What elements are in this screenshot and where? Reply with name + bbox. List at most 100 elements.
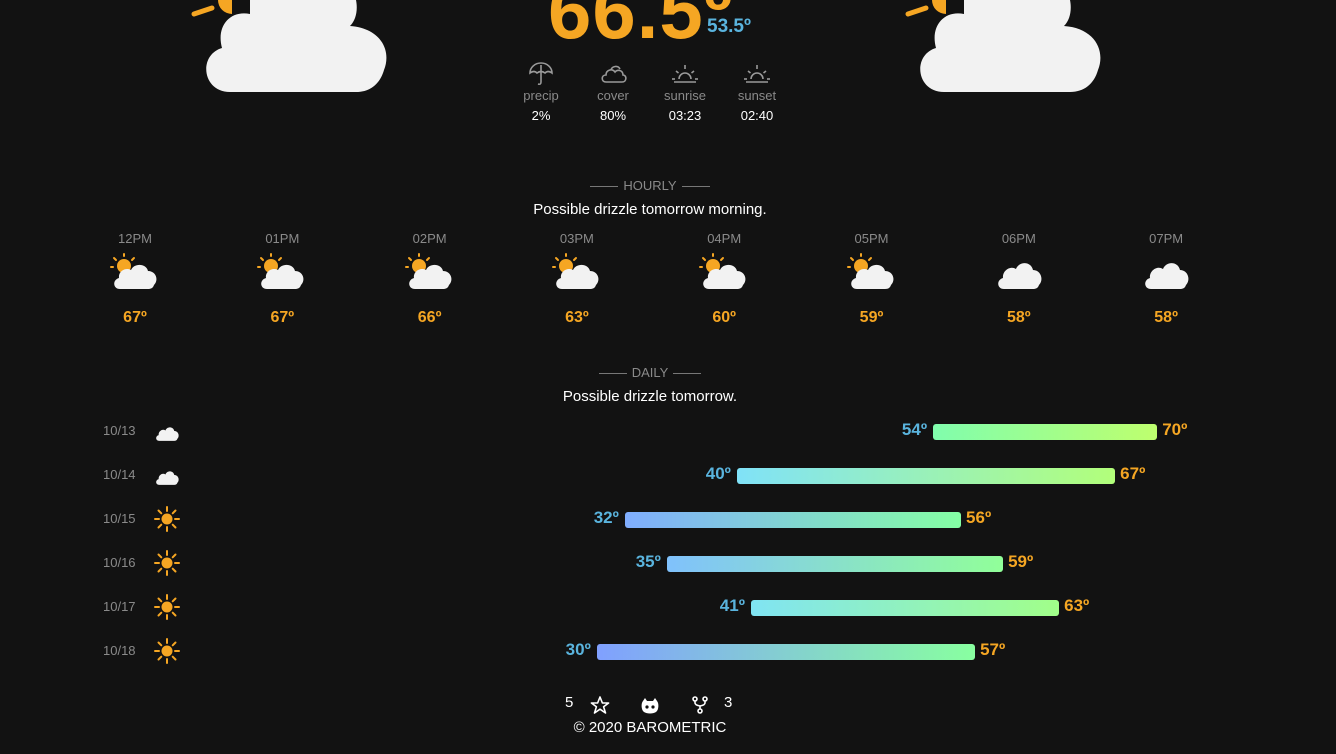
daily-date: 10/17 <box>103 599 136 614</box>
hourly-temperature: 58º <box>1154 309 1178 326</box>
hourly-item: 04PM 60º <box>684 231 764 327</box>
partly-cloudy-icon <box>832 253 912 299</box>
daily-temperature-bar <box>624 512 962 528</box>
hourly-temperature: 63º <box>565 309 589 326</box>
star-count: 5 <box>565 694 574 711</box>
daily-high-temperature: 59º <box>1008 552 1034 571</box>
hourly-time: 01PM <box>265 231 300 246</box>
hourly-temperature: 60º <box>712 309 736 326</box>
hourly-temperature: 67º <box>123 309 147 326</box>
daily-heading-label: DAILY <box>631 365 669 380</box>
daily-high-temperature: 56º <box>966 508 992 527</box>
sun-icon <box>154 594 180 620</box>
hourly-time: 04PM <box>707 231 742 246</box>
daily-low-temperature: 54º <box>901 420 928 439</box>
hourly-time: 12PM <box>118 231 152 246</box>
stat-value: 03:23 <box>668 108 702 123</box>
current-temperature: 66.5º <box>548 0 734 55</box>
cloud-icon <box>154 466 180 492</box>
daily-date: 10/14 <box>103 467 136 482</box>
sunrise-icon <box>672 65 698 83</box>
current-low-temperature: 53.5º <box>707 16 751 37</box>
daily-date: 10/13 <box>103 423 136 438</box>
hourly-item: 12PM 67º <box>95 231 175 327</box>
daily-heading: DAILY <box>0 365 1300 380</box>
hourly-summary: Possible drizzle tomorrow morning. <box>533 201 767 218</box>
partly-cloudy-icon <box>390 253 470 299</box>
daily-row: 10/18 30º 57º <box>0 638 1336 664</box>
daily-row: 10/14 40º 67º <box>0 464 1336 486</box>
partly-cloudy-large-icon <box>905 0 1101 92</box>
hourly-temperature: 67º <box>270 309 295 326</box>
hourly-time: 07PM <box>1149 231 1184 246</box>
cloud-icon <box>1126 253 1206 299</box>
daily-row: 10/16 35º 59º <box>0 550 1336 576</box>
fork-count: 3 <box>724 694 733 711</box>
hourly-item: 05PM 59º <box>832 231 912 327</box>
sun-icon <box>154 550 180 576</box>
daily-temperature-bar <box>736 468 1116 484</box>
fork-icon[interactable] <box>691 696 709 714</box>
hourly-temperature: 59º <box>859 309 884 326</box>
hourly-time: 03PM <box>559 231 594 246</box>
stat-precip: precip 2% <box>505 62 577 123</box>
sun-icon <box>154 638 180 664</box>
daily-low-temperature: 30º <box>565 640 591 659</box>
daily-temperature-bar <box>596 644 976 660</box>
hourly-time: 06PM <box>1001 231 1036 246</box>
daily-high-temperature: 63º <box>1064 596 1090 615</box>
daily-row: 10/13 54º 70º <box>0 420 1336 442</box>
daily-summary: Possible drizzle tomorrow. <box>562 388 738 405</box>
stat-label: precip <box>523 88 559 103</box>
stat-value: 2% <box>531 108 551 123</box>
hourly-item: 02PM 66º <box>390 231 470 327</box>
copyright: © 2020 BAROMETRIC <box>573 719 727 736</box>
hourly-item: 01PM 67º <box>242 231 322 327</box>
sunset-icon <box>744 65 770 83</box>
daily-temperature-bar <box>933 424 1158 440</box>
hourly-heading: HOURLY <box>0 178 1300 193</box>
umbrella-icon <box>529 62 553 86</box>
github-icon[interactable] <box>640 697 660 715</box>
partly-cloudy-icon <box>242 253 322 299</box>
hourly-heading-label: HOURLY <box>623 178 677 193</box>
daily-row: 10/17 41º 63º <box>0 594 1336 620</box>
cloud-icon <box>979 253 1059 299</box>
stat-value: 02:40 <box>740 108 774 123</box>
daily-date: 10/16 <box>103 555 136 570</box>
stat-label: cover <box>597 88 629 103</box>
hourly-item: 07PM 58º <box>1126 231 1206 327</box>
cloud-outline-icon <box>601 65 627 83</box>
hourly-item: 03PM 63º <box>537 231 617 327</box>
daily-date: 10/18 <box>103 643 136 658</box>
daily-temperature-bar <box>750 600 1060 616</box>
hourly-temperature: 66º <box>417 309 442 326</box>
stat-sunset: sunset 02:40 <box>721 62 793 123</box>
stat-sunrise: sunrise 03:23 <box>649 62 721 123</box>
daily-temperature-bar <box>666 556 1004 572</box>
daily-high-temperature: 70º <box>1162 420 1188 439</box>
hourly-temperature: 58º <box>1006 309 1031 326</box>
stat-value: 80% <box>599 108 627 123</box>
partly-cloudy-large-icon <box>191 0 387 92</box>
stat-label: sunrise <box>664 88 706 103</box>
daily-low-temperature: 41º <box>719 596 745 615</box>
daily-row: 10/15 32º 56º <box>0 506 1336 532</box>
hourly-item: 06PM 58º <box>979 231 1059 327</box>
daily-low-temperature: 40º <box>705 464 731 483</box>
daily-low-temperature: 35º <box>635 552 661 571</box>
hourly-time: 02PM <box>412 231 447 246</box>
stat-cover: cover 80% <box>577 62 649 123</box>
sun-icon <box>154 506 180 532</box>
daily-low-temperature: 32º <box>593 508 619 527</box>
daily-high-temperature: 57º <box>980 640 1006 659</box>
cloud-icon <box>154 422 180 448</box>
daily-high-temperature: 67º <box>1120 464 1146 483</box>
stat-label: sunset <box>737 88 777 103</box>
daily-date: 10/15 <box>103 511 136 526</box>
hourly-time: 05PM <box>854 231 889 246</box>
partly-cloudy-icon <box>95 253 175 299</box>
partly-cloudy-icon <box>537 253 617 299</box>
partly-cloudy-icon <box>684 253 764 299</box>
star-icon[interactable] <box>590 696 610 714</box>
